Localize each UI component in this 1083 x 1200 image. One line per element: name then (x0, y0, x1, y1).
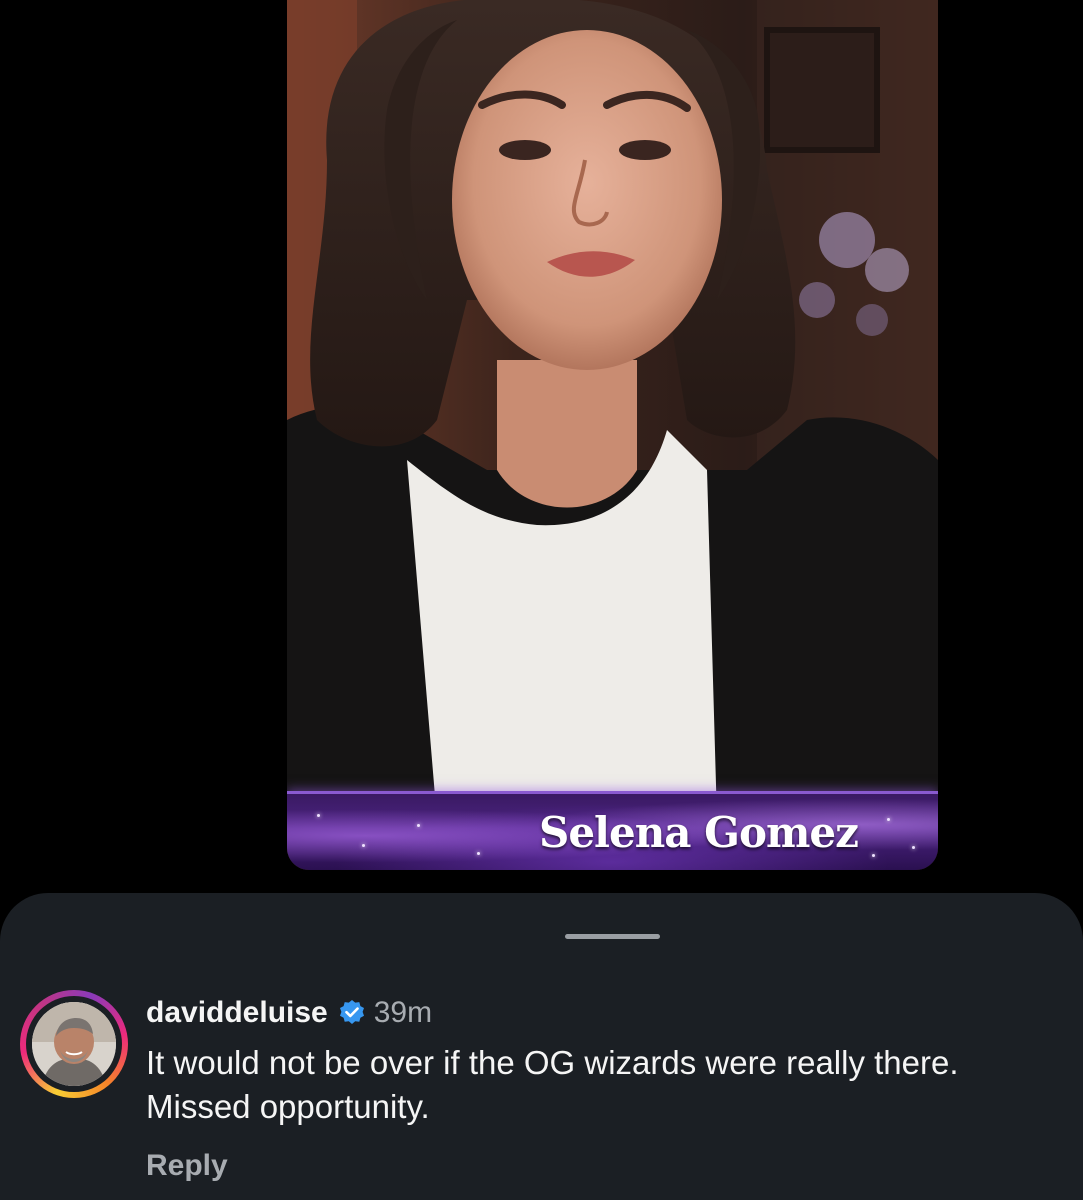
sparkle-decoration (887, 818, 890, 821)
video-player[interactable]: Selena Gomez (287, 0, 938, 870)
sparkle-decoration (872, 854, 875, 857)
verified-badge-icon (338, 999, 366, 1027)
sparkle-decoration (362, 844, 365, 847)
sparkle-decoration (317, 814, 320, 817)
avatar[interactable] (32, 1002, 116, 1086)
comment-header: daviddeluise 39m (146, 993, 432, 1033)
comments-sheet: daviddeluise 39m It would not be over if… (0, 893, 1083, 1200)
sheet-drag-handle[interactable] (565, 934, 660, 939)
story-ring[interactable] (20, 990, 128, 1098)
user-avatar-photo-icon (32, 1002, 116, 1086)
reply-button[interactable]: Reply (146, 1149, 228, 1183)
avatar-ring-gap (26, 996, 122, 1092)
screen: Selena Gomez daviddeluise 39m It would n… (0, 0, 1083, 1200)
sparkle-decoration (417, 824, 420, 827)
name-lower-third: Selena Gomez (287, 791, 938, 870)
name-caption: Selena Gomez (539, 808, 859, 857)
comment-username[interactable]: daviddeluise (146, 996, 328, 1030)
sparkle-decoration (912, 846, 915, 849)
comment-body: It would not be over if the OG wizards w… (146, 1044, 959, 1125)
comment-timestamp: 39m (373, 996, 433, 1029)
sparkle-decoration (477, 852, 480, 855)
video-frame (287, 0, 938, 870)
